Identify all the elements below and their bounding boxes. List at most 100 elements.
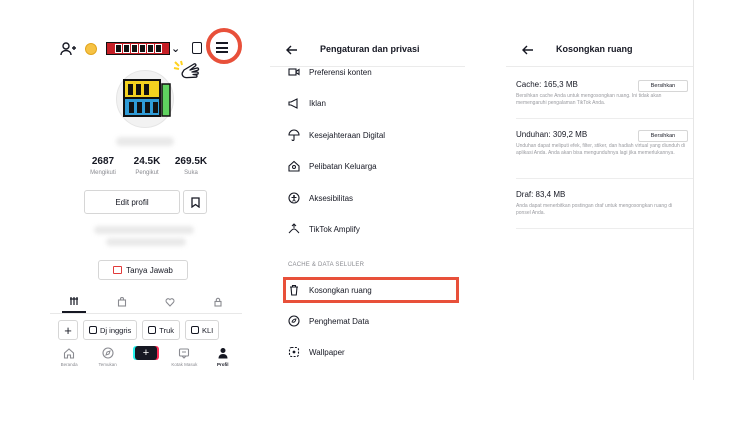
lock-icon [214,297,222,307]
data-saver-icon [288,315,300,327]
compass-icon [102,347,114,359]
coin-icon[interactable] [85,43,97,55]
inbox-icon [179,348,190,359]
stat-value: 2687 [91,156,115,167]
stat-followers[interactable]: 24.5K Pengikut [126,156,168,176]
avatar-logo [123,79,171,117]
pointing-hand-icon [172,60,202,91]
profile-icon [218,348,228,359]
profile-stats: 2687 Mengikuti 24.5K Pengikut 269.5K Suk… [82,156,212,176]
menu-icon[interactable] [216,42,228,56]
highlight-box [283,277,459,303]
video-icon [288,66,300,78]
settings-header: Pengaturan dan privasi [270,40,465,60]
free-up-space-header: Kosongkan ruang [506,40,693,60]
cache-description: Bersihkan cache Anda untuk mengosongkan … [516,93,662,106]
playlist-icon [191,326,199,334]
section-label: CACHE & DATA SELULER [288,262,365,268]
playlist-chip[interactable]: KLI [185,320,220,340]
creator-tools-icon[interactable] [192,42,202,54]
megaphone-icon [288,97,300,109]
tab-private[interactable] [206,291,230,313]
umbrella-icon [288,129,300,141]
playlist-icon [148,326,157,334]
page-title: Kosongkan ruang [556,44,633,54]
nav-inbox[interactable]: Kotak Masuk [167,346,201,367]
settings-item-digital-wellbeing[interactable]: Kesejahteraan Digital [288,127,385,143]
page-title: Pengaturan dan privasi [320,44,420,54]
bookmark-button[interactable] [183,190,207,214]
playlist-chips: + Dj inggris Truk KLI [58,320,242,340]
nav-label: Temukan [98,362,117,367]
settings-item-data-saver[interactable]: Penghemat Data [288,313,369,329]
blurred-bio [94,226,194,234]
nav-create[interactable]: + [129,346,163,360]
chevron-down-icon[interactable]: ⌄ [171,42,180,55]
tab-shop[interactable] [110,291,134,313]
accessibility-icon [288,192,300,204]
edit-profile-button[interactable]: Edit profil [84,190,180,214]
stat-label: Mengikuti [90,170,116,176]
settings-item-ads[interactable]: Iklan [288,95,326,111]
nav-label: Kotak Masuk [171,362,198,367]
playlist-label: Dj inggris [100,325,132,335]
add-playlist-button[interactable]: + [58,320,78,340]
settings-item-family-pairing[interactable]: Pelibatan Keluarga [288,158,377,174]
settings-item-label: Penghemat Data [309,316,370,326]
drafts-description: Anda dapat menerbitkan postingan draf un… [516,203,673,216]
nav-home[interactable]: Beranda [52,346,86,367]
stat-likes[interactable]: 269.5K Suka [170,156,212,176]
tab-liked[interactable] [158,291,182,313]
heart-hidden-icon [165,297,175,307]
settings-item-label: Aksesibilitas [309,193,354,203]
free-up-space-screen: Kosongkan ruang Cache: 165,3 MB Bersihka… [506,0,694,380]
nav-discover[interactable]: Temukan [91,346,125,367]
divider [506,66,693,67]
settings-item-label: Iklan [309,98,326,108]
qa-button[interactable]: Tanya Jawab [98,260,188,280]
settings-item-label: Preferensi konten [309,67,372,77]
settings-item-label: Wallpaper [309,347,345,357]
back-arrow-icon[interactable] [522,42,534,60]
settings-item-accessibility[interactable]: Aksesibilitas [288,190,353,206]
settings-item-label: Pelibatan Keluarga [309,161,377,171]
playlist-icon [89,326,97,334]
stat-following[interactable]: 2687 Mengikuti [82,156,124,176]
drafts-row[interactable]: Draf: 83,4 MB Anda dapat menerbitkan pos… [516,190,688,217]
wallpaper-icon [288,346,300,358]
downloads-description: Unduhan dapat meliputi efek, filter, sti… [516,143,685,156]
settings-item-content-preferences[interactable]: Preferensi konten [288,64,372,80]
playlist-chip[interactable]: Truk [142,320,180,340]
cache-row: Cache: 165,3 MB Bersihkan Bersihkan cach… [516,80,688,107]
home-icon [64,348,75,359]
username-logo[interactable] [106,42,170,55]
playlist-label: Truk [159,325,174,335]
clear-cache-button[interactable]: Bersihkan [638,80,688,92]
create-icon: + [134,346,157,360]
clear-downloads-button[interactable]: Bersihkan [638,130,688,142]
divider [516,228,693,229]
drafts-size: Draf: 83,4 MB [516,190,566,199]
amplify-icon [288,223,300,235]
blurred-bio-line [106,238,186,246]
family-home-icon [288,160,300,172]
profile-screen: ⌄ 2687 Mengikuti 24.5K Pengikut 269.5K S… [50,0,242,380]
nav-profile[interactable]: Profil [206,346,240,367]
grid-icon [70,296,78,305]
bookmark-icon [190,196,200,208]
add-user-icon[interactable] [60,42,76,61]
nav-label: Beranda [60,362,78,367]
settings-item-label: TikTok Amplify [309,224,360,234]
divider [516,178,693,179]
back-arrow-icon[interactable] [286,42,298,60]
settings-item-wallpaper[interactable]: Wallpaper [288,344,345,360]
tab-videos[interactable] [62,291,86,313]
chat-bubble-icon [113,266,123,274]
blurred-username [116,137,174,146]
qa-label: Tanya Jawab [126,265,173,275]
playlist-chip[interactable]: Dj inggris [83,320,138,340]
stat-value: 269.5K [174,156,208,167]
stat-label: Suka [184,170,198,176]
settings-item-tiktok-amplify[interactable]: TikTok Amplify [288,221,360,237]
bag-icon [117,296,127,307]
